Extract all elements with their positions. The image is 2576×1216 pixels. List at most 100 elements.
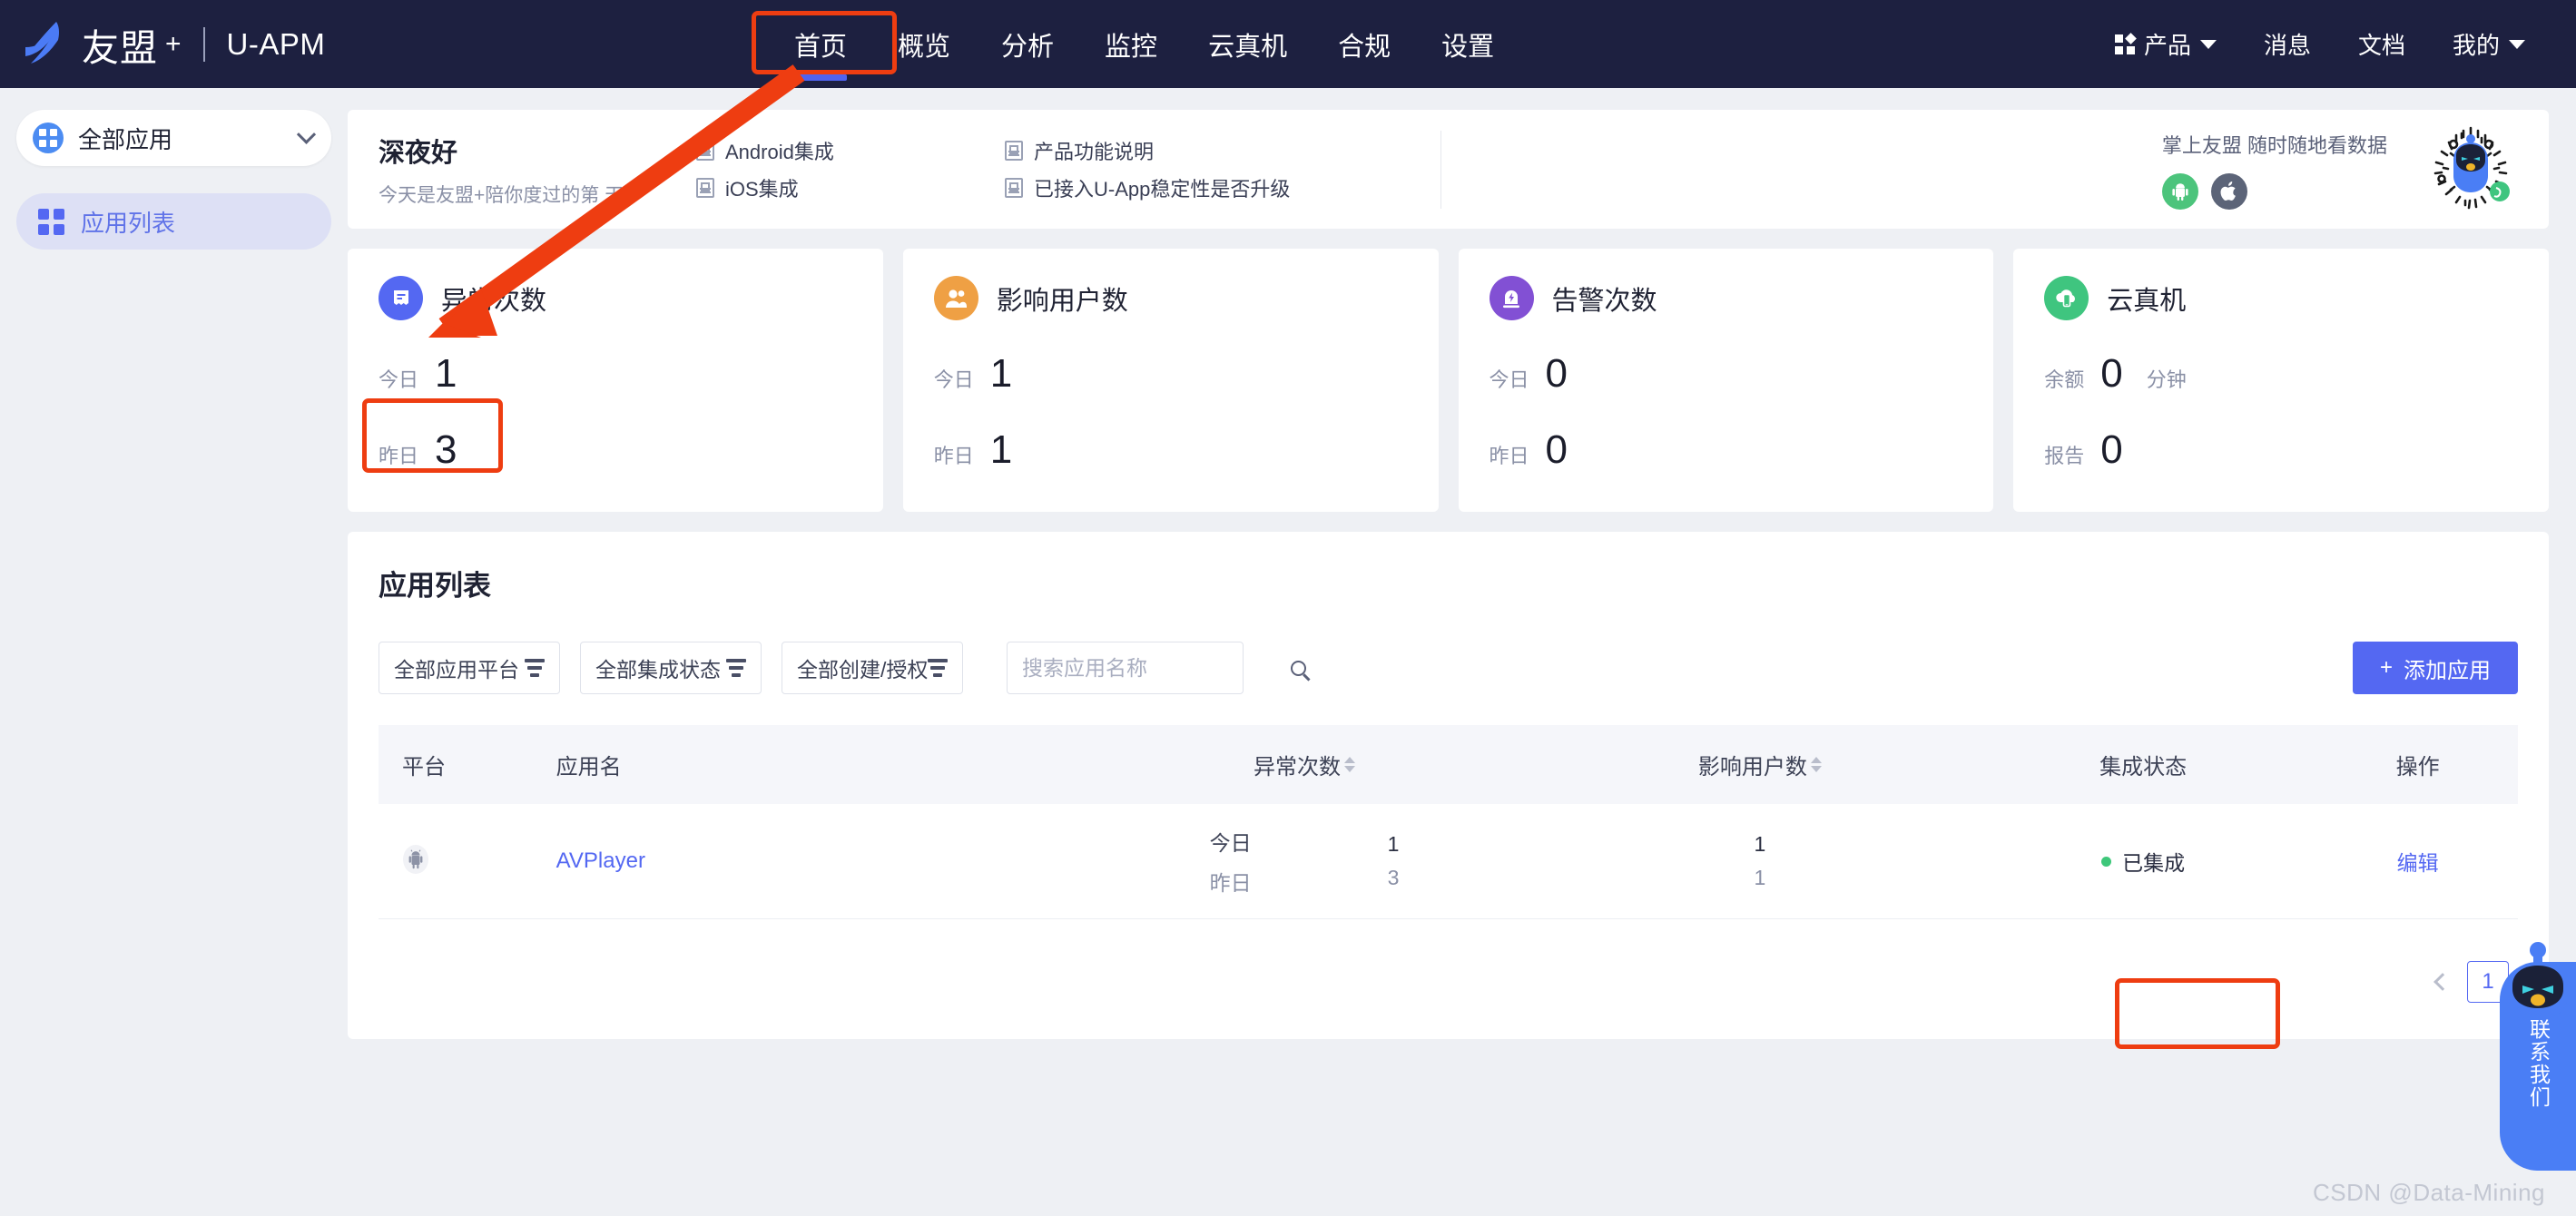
search-box[interactable] <box>1007 642 1244 694</box>
nav-item-monitor[interactable]: 监控 <box>1079 0 1183 88</box>
filter-icon <box>525 659 545 677</box>
add-app-button[interactable]: + 添加应用 <box>2353 642 2518 694</box>
filter-icon <box>928 659 948 677</box>
greeting-banner: 深夜好 今天是友盟+陪你度过的第 天 Android集成 iOS集成 <box>348 110 2549 229</box>
table-body: AVPlayer 今日 昨日 1 <box>379 804 2518 919</box>
chevron-down-icon <box>297 124 316 143</box>
users-icon <box>934 276 978 320</box>
cell-integration-status: 已集成 <box>1969 804 2317 919</box>
stat-value: 0 <box>2100 427 2122 473</box>
chevron-left-icon[interactable] <box>2433 973 2452 991</box>
sort-control[interactable]: 影响用户数 <box>1698 749 1822 780</box>
umeng-bird-logo-icon <box>20 16 76 73</box>
book-icon <box>1005 178 1023 198</box>
nav-item-cloud-device[interactable]: 云真机 <box>1183 0 1313 88</box>
table-head: 平台 应用名 异常次数 影响用户数 <box>379 725 2518 804</box>
sidebar-item-app-list[interactable]: 应用列表 <box>16 193 331 250</box>
stat-value: 1 <box>990 427 1012 473</box>
products-label: 产品 <box>2144 27 2191 61</box>
col-app-name: 应用名 <box>533 725 1058 804</box>
stat-card-exceptions[interactable]: 异常次数 今日 1 昨日 3 <box>348 249 883 512</box>
nav-label: 概览 <box>898 25 950 64</box>
stat-row-today: 今日 0 <box>1490 351 1963 397</box>
mobile-promo-text: 掌上友盟 随时随地看数据 <box>2162 130 2387 159</box>
edit-link[interactable]: 编辑 <box>2397 851 2439 875</box>
exception-receipt-icon <box>379 276 423 320</box>
main-content: 深夜好 今天是友盟+陪你度过的第 天 Android集成 iOS集成 <box>348 88 2576 1216</box>
chevron-down-icon <box>2200 40 2217 49</box>
col-label: 操作 <box>2396 755 2440 780</box>
stat-row-today: 今日 1 <box>379 351 852 397</box>
col-exception-count[interactable]: 异常次数 <box>1057 725 1550 804</box>
stat-label: 昨日 <box>934 440 974 469</box>
stat-title: 影响用户数 <box>997 279 1128 318</box>
link-ios-integration[interactable]: iOS集成 <box>696 173 1005 202</box>
filter-created-authorized[interactable]: 全部创建/授权 <box>782 642 963 694</box>
link-label: 已接入U-App稳定性是否升级 <box>1034 173 1290 202</box>
messages-menu[interactable]: 消息 <box>2240 27 2335 61</box>
nav-item-settings[interactable]: 设置 <box>1416 0 1519 88</box>
users-yesterday-value: 1 <box>1754 866 1765 890</box>
cell-app-name[interactable]: AVPlayer <box>533 804 1058 919</box>
top-navigation-bar: 友盟 + U-APM 首页 概览 分析 监控 云真机 合规 设置 产品 消息 文 <box>0 0 2576 88</box>
link-product-features[interactable]: 产品功能说明 <box>1005 136 1413 165</box>
users-values: 1 1 <box>1551 832 1969 890</box>
stat-card-cloud-device[interactable]: 云真机 余额 0 分钟 报告 0 <box>2013 249 2549 512</box>
integration-links: Android集成 iOS集成 <box>696 128 1005 211</box>
col-label: 应用名 <box>556 755 622 780</box>
stat-title: 云真机 <box>2107 279 2186 318</box>
products-menu[interactable]: 产品 <box>2091 27 2240 61</box>
cell-exception-count: 今日 昨日 1 3 <box>1057 804 1550 919</box>
col-label: 集成状态 <box>2099 755 2187 780</box>
filter-platform[interactable]: 全部应用平台 <box>379 642 560 694</box>
stat-title: 异常次数 <box>441 279 546 318</box>
stat-value: 0 <box>2100 351 2122 397</box>
add-app-label: 添加应用 <box>2404 652 2491 684</box>
nav-item-overview[interactable]: 概览 <box>872 0 976 88</box>
day-labels: 今日 昨日 <box>1210 826 1252 897</box>
cell-actions[interactable]: 编辑 <box>2317 804 2518 919</box>
nav-label: 分析 <box>1001 25 1054 64</box>
exception-values: 1 3 <box>1388 832 1400 890</box>
sort-control[interactable]: 异常次数 <box>1254 749 1355 780</box>
col-affected-users[interactable]: 影响用户数 <box>1551 725 1969 804</box>
nav-label: 云真机 <box>1208 25 1287 64</box>
mine-menu[interactable]: 我的 <box>2429 27 2549 61</box>
brand-plus: + <box>165 29 182 60</box>
search-icon[interactable] <box>1291 661 1306 676</box>
sidebar-item-label: 应用列表 <box>81 205 175 239</box>
filter-icon <box>726 659 746 677</box>
nav-item-analysis[interactable]: 分析 <box>976 0 1079 88</box>
search-input[interactable] <box>1022 656 1291 681</box>
link-uapp-upgrade[interactable]: 已接入U-App稳定性是否升级 <box>1005 173 1413 202</box>
table-row[interactable]: AVPlayer 今日 昨日 1 <box>379 804 2518 919</box>
link-android-integration[interactable]: Android集成 <box>696 136 1005 165</box>
body-wrapper: 全部应用 应用列表 深夜好 今天是友盟+陪你度过的第 天 Android集 <box>0 88 2576 1216</box>
link-label: iOS集成 <box>725 173 799 202</box>
wechat-miniprogram-qr-code[interactable] <box>2424 123 2518 217</box>
stat-unit: 分钟 <box>2147 364 2187 393</box>
exception-today-value: 1 <box>1388 832 1400 857</box>
android-store-icon[interactable] <box>2162 173 2198 210</box>
app-name-link[interactable]: AVPlayer <box>556 848 645 873</box>
stat-label: 余额 <box>2044 364 2084 393</box>
app-selector-dropdown[interactable]: 全部应用 <box>16 110 331 166</box>
app-table: 平台 应用名 异常次数 影响用户数 <box>379 725 2518 919</box>
apple-store-icon[interactable] <box>2211 173 2247 210</box>
contact-us-widget[interactable]: 联系我们 <box>2500 962 2576 1171</box>
brand-area[interactable]: 友盟 + U-APM <box>0 16 325 73</box>
docs-menu[interactable]: 文档 <box>2335 27 2429 61</box>
stat-value: 3 <box>435 427 457 473</box>
exception-yesterday-value: 3 <box>1388 866 1400 890</box>
nav-label: 监控 <box>1105 25 1157 64</box>
nav-item-compliance[interactable]: 合规 <box>1313 0 1416 88</box>
stat-label: 昨日 <box>379 440 418 469</box>
nav-item-home[interactable]: 首页 <box>769 0 872 88</box>
brand-name: 友盟 <box>82 17 158 72</box>
yesterday-label: 昨日 <box>1210 866 1252 897</box>
stat-value: 1 <box>990 351 1012 397</box>
stat-card-affected-users[interactable]: 影响用户数 今日 1 昨日 1 <box>903 249 1439 512</box>
filter-integration-status[interactable]: 全部集成状态 <box>580 642 762 694</box>
stat-value: 0 <box>1546 427 1568 473</box>
stat-card-alerts[interactable]: 告警次数 今日 0 昨日 0 <box>1459 249 1994 512</box>
